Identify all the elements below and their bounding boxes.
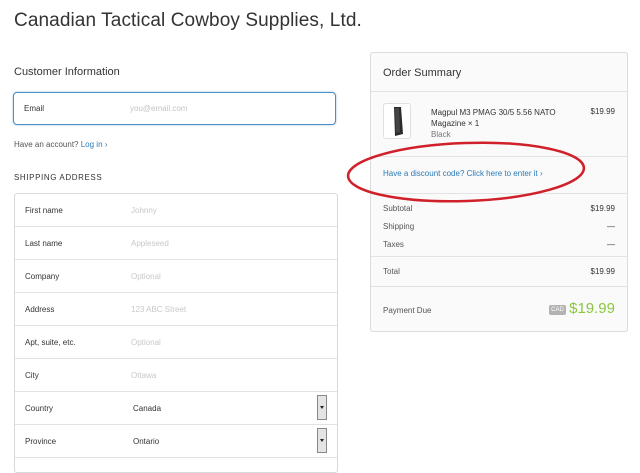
field-label: Address [25, 305, 55, 314]
field-placeholder: Optional [131, 338, 161, 347]
login-link[interactable]: Log in › [81, 140, 108, 149]
first-name-field[interactable]: First name Johnny [15, 194, 337, 227]
selected-value: Canada [133, 404, 162, 413]
taxes-value: — [607, 240, 615, 249]
chevron-right-icon: › [539, 169, 543, 178]
account-prompt: Have an account? Log in › [14, 140, 107, 149]
field-label: Last name [25, 239, 63, 248]
dropdown-arrow-icon[interactable] [317, 395, 327, 420]
field-label: Company [25, 272, 60, 281]
field-placeholder: Appleseed [131, 239, 169, 248]
field-placeholder: Ottawa [131, 371, 157, 380]
product-variant: Black [431, 130, 451, 139]
email-placeholder: you@email.com [130, 104, 188, 113]
product-thumbnail [383, 103, 411, 139]
total-label: Total [383, 267, 400, 276]
province-select[interactable]: Province Ontario [15, 425, 337, 458]
divider [371, 256, 627, 257]
country-select[interactable]: Country Canada [15, 392, 337, 425]
field-placeholder: 123 ABC Street [131, 305, 187, 314]
shipping-label: Shipping [383, 222, 415, 231]
city-field[interactable]: City Ottawa [15, 359, 337, 392]
last-name-field[interactable]: Last name Appleseed [15, 227, 337, 260]
field-label: Country [25, 404, 54, 413]
shipping-address-heading: SHIPPING ADDRESS [14, 173, 103, 182]
payment-due-amount: $19.99 [569, 300, 615, 317]
magazine-icon [394, 107, 403, 136]
field-label: City [25, 371, 39, 380]
email-label: Email [24, 104, 45, 113]
product-price: $19.99 [590, 107, 615, 116]
order-summary-heading: Order Summary [383, 67, 462, 79]
divider [371, 91, 627, 92]
company-field[interactable]: Company Optional [15, 260, 337, 293]
selected-value: Ontario [133, 437, 160, 446]
customer-info-heading: Customer Information [14, 66, 120, 78]
subtotal-label: Subtotal [383, 204, 413, 213]
field-label: First name [25, 206, 63, 215]
field-placeholder: Optional [131, 272, 161, 281]
total-value: $19.99 [590, 267, 615, 276]
discount-code-link[interactable]: Have a discount code? Click here to ente… [383, 169, 543, 178]
account-prompt-text: Have an account? [14, 140, 79, 149]
next-field-partial[interactable] [15, 458, 337, 472]
product-name: Magpul M3 PMAG 30/5 5.56 NATO Magazine ×… [431, 108, 556, 128]
payment-due-label: Payment Due [383, 306, 432, 315]
divider [371, 286, 627, 287]
shipping-address-form: First name Johnny Last name Appleseed Co… [14, 193, 338, 473]
divider [371, 156, 627, 157]
store-title: Canadian Tactical Cowboy Supplies, Ltd. [14, 10, 362, 31]
chevron-right-icon: › [104, 140, 108, 149]
field-label: Apt, suite, etc. [25, 338, 76, 347]
dropdown-arrow-icon[interactable] [317, 428, 327, 453]
taxes-label: Taxes [383, 240, 404, 249]
currency-badge: CAD [549, 305, 566, 315]
field-placeholder: Johnny [131, 206, 157, 215]
divider [371, 193, 627, 194]
subtotal-value: $19.99 [590, 204, 615, 213]
field-label: Province [25, 437, 57, 446]
order-summary-panel: Order Summary Magpul M3 PMAG 30/5 5.56 N… [370, 52, 628, 332]
address-field[interactable]: Address 123 ABC Street [15, 293, 337, 326]
shipping-value: — [607, 222, 615, 231]
email-field[interactable]: Email you@email.com [13, 92, 336, 125]
apt-suite-field[interactable]: Apt, suite, etc. Optional [15, 326, 337, 359]
